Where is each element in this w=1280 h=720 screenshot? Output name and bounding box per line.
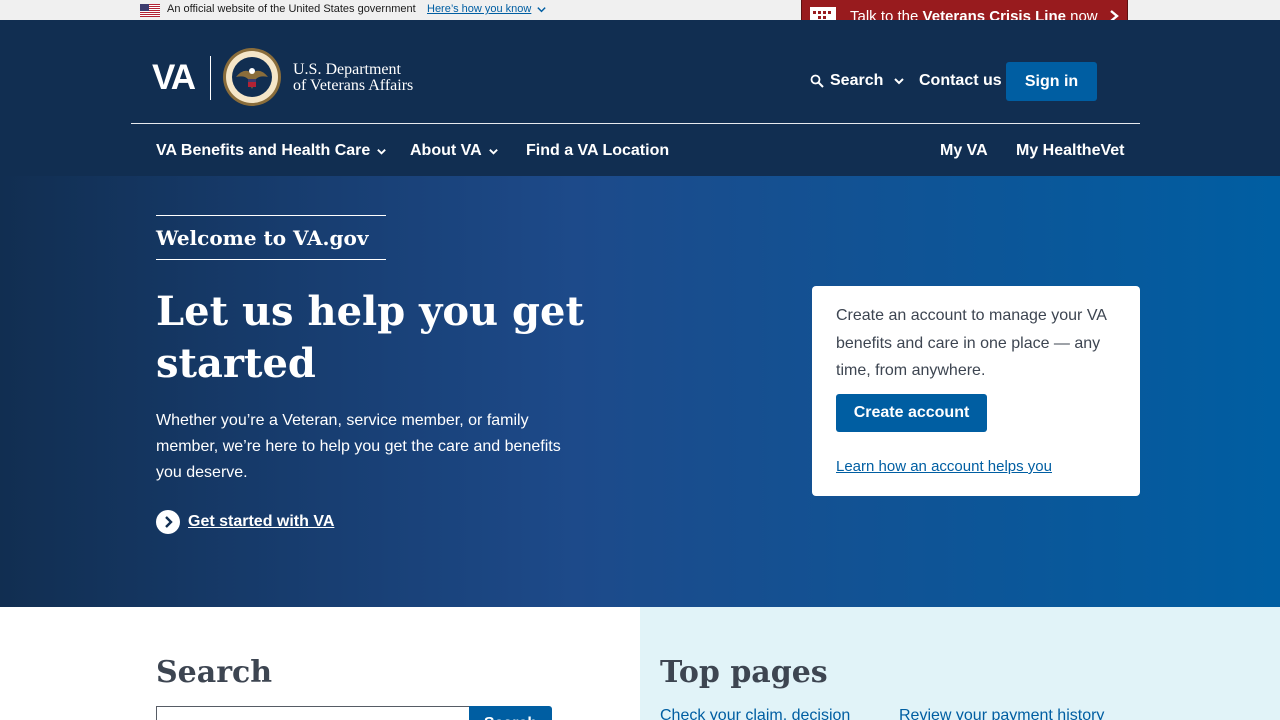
top-pages-section: Top pages Check your claim, decision Rev… bbox=[640, 607, 1280, 720]
chevron-down-icon[interactable] bbox=[536, 4, 547, 15]
top-page-link[interactable]: Review your payment history bbox=[899, 707, 1104, 720]
us-flag-icon bbox=[140, 4, 160, 17]
search-section: Search Search bbox=[0, 607, 640, 720]
search-heading: Search bbox=[156, 655, 273, 690]
welcome-heading: Welcome to VA.gov bbox=[156, 226, 369, 250]
nav-va-benefits-and-health-care[interactable]: VA Benefits and Health Care bbox=[156, 142, 387, 160]
contact-us-link[interactable]: Contact us bbox=[919, 72, 1002, 90]
create-account-button[interactable]: Create account bbox=[836, 394, 987, 432]
get-started-label: Get started with VA bbox=[188, 513, 335, 530]
chevron-down-icon bbox=[894, 78, 905, 85]
get-started-link[interactable]: Get started with VA bbox=[156, 510, 334, 534]
chevron-down-icon bbox=[377, 148, 387, 155]
va-seal-icon[interactable] bbox=[222, 47, 282, 107]
nav-my-va[interactable]: My VA bbox=[940, 142, 988, 160]
search-icon bbox=[810, 74, 824, 88]
nav-find-va-location[interactable]: Find a VA Location bbox=[526, 142, 669, 160]
welcome-block: Welcome to VA.gov bbox=[156, 215, 386, 260]
site-search-button[interactable]: Search bbox=[469, 706, 552, 720]
nav-about-va[interactable]: About VA bbox=[410, 142, 499, 160]
site-header: VA U.S. Department of Veterans Affairs S… bbox=[0, 20, 1280, 176]
va-logo[interactable]: VA bbox=[152, 58, 196, 98]
dept-line-2: of Veterans Affairs bbox=[293, 77, 414, 94]
official-website-text: An official website of the United States… bbox=[167, 3, 416, 15]
arrow-circle-right-icon bbox=[156, 510, 180, 534]
top-pages-heading: Top pages bbox=[660, 655, 828, 690]
nav-about-label: About VA bbox=[410, 142, 482, 159]
hero-section: Welcome to VA.gov Let us help you get st… bbox=[0, 176, 1280, 607]
hero-body: Whether you’re a Veteran, service member… bbox=[156, 412, 561, 481]
heres-how-you-know-link[interactable]: Here’s how you know bbox=[427, 3, 531, 15]
nav-benefits-label: VA Benefits and Health Care bbox=[156, 142, 371, 159]
hero-title: Let us help you get started bbox=[156, 288, 584, 387]
sign-in-button[interactable]: Sign in bbox=[1006, 62, 1097, 101]
header-search-label: Search bbox=[830, 72, 884, 89]
dept-line-1: U.S. Department bbox=[293, 61, 401, 78]
header-divider bbox=[131, 123, 1140, 124]
header-search-toggle[interactable]: Search bbox=[810, 72, 905, 90]
nav-my-healthevet[interactable]: My HealtheVet bbox=[1016, 142, 1124, 160]
department-name: U.S. Department of Veterans Affairs bbox=[293, 62, 413, 94]
account-card-text: Create an account to manage your VA bene… bbox=[836, 307, 1107, 379]
chevron-down-icon bbox=[488, 148, 498, 155]
learn-account-link[interactable]: Learn how an account helps you bbox=[836, 458, 1052, 475]
logo-divider bbox=[210, 56, 211, 100]
site-search-input[interactable] bbox=[156, 706, 470, 720]
create-account-card: Create an account to manage your VA bene… bbox=[812, 286, 1140, 496]
top-page-link[interactable]: Check your claim, decision bbox=[660, 707, 850, 720]
